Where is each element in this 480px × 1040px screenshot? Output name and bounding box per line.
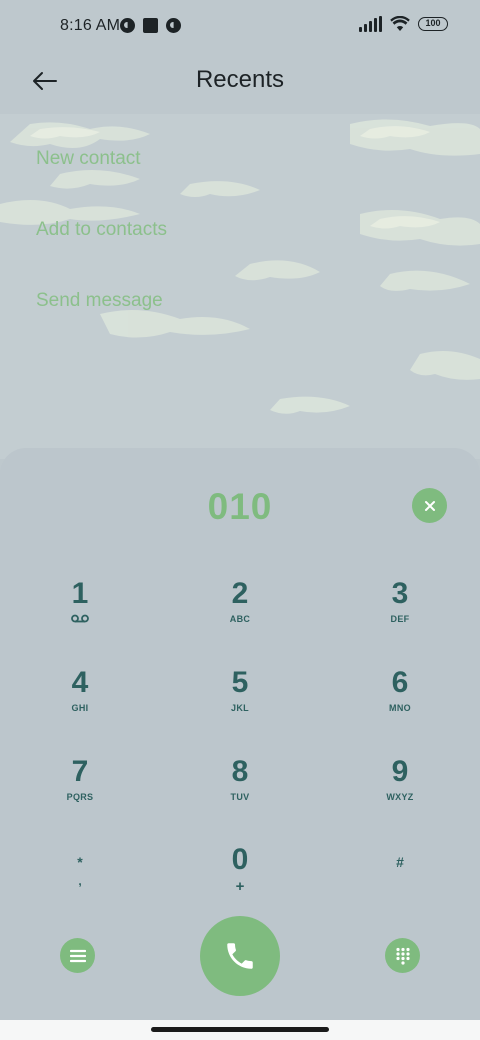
wifi-icon xyxy=(390,16,410,31)
key-letters: WXYZ xyxy=(386,792,414,802)
key-digit: 7 xyxy=(71,755,89,788)
app-notification-icon xyxy=(120,18,135,33)
key-digit: 0 xyxy=(231,843,249,876)
header: Recents xyxy=(0,56,480,114)
square-app-icon xyxy=(143,18,158,33)
key-4[interactable]: 4 GHI xyxy=(25,667,135,737)
key-letters: + xyxy=(235,878,245,895)
key-letters: GHI xyxy=(71,703,89,713)
key-7[interactable]: 7 PQRS xyxy=(25,756,135,826)
status-time: 8:16 AM xyxy=(60,17,121,34)
notification-icons xyxy=(120,18,181,33)
app-notification-icon xyxy=(166,18,181,33)
menu-icon xyxy=(69,949,86,962)
key-letters: , xyxy=(78,874,82,888)
new-contact-link[interactable]: New contact xyxy=(36,148,167,173)
key-digit: 5 xyxy=(231,666,249,699)
page-title: Recents xyxy=(195,66,285,93)
voicemail-icon xyxy=(71,614,89,623)
key-digit: 4 xyxy=(71,666,89,699)
key-8[interactable]: 8 TUV xyxy=(185,756,295,826)
status-bar: 8:16 AM 100 xyxy=(0,0,480,56)
dialer-screen: 8:16 AM 100 Recents New contact Add to c… xyxy=(0,0,480,1040)
send-message-link[interactable]: Send message xyxy=(36,290,167,315)
key-digit: * xyxy=(77,854,83,870)
number-options: New contact Add to contacts Send message xyxy=(36,148,167,361)
battery-icon: 100 xyxy=(418,17,448,31)
add-to-contacts-link[interactable]: Add to contacts xyxy=(36,219,167,244)
cellular-signal-icon xyxy=(359,16,382,32)
key-9[interactable]: 9 WXYZ xyxy=(345,756,455,826)
key-letters: JKL xyxy=(231,703,249,713)
key-digit: 3 xyxy=(391,577,409,610)
key-star[interactable]: * , xyxy=(25,850,135,920)
keypad-toggle-button[interactable] xyxy=(385,938,420,973)
key-5[interactable]: 5 JKL xyxy=(185,667,295,737)
key-letters: ABC xyxy=(229,614,251,624)
key-digit: 9 xyxy=(391,755,409,788)
navigation-bar xyxy=(0,1020,480,1040)
clear-button[interactable] xyxy=(412,488,447,523)
key-digit: 8 xyxy=(231,755,249,788)
dialpad-panel: 010 1 2 ABC 3 DEF 4 GHI 5 JKL 6 MNO 7 PQ… xyxy=(0,448,480,1020)
key-letters: MNO xyxy=(389,703,411,713)
key-letters: PQRS xyxy=(66,792,94,802)
dialed-number: 010 xyxy=(207,486,273,527)
key-digit: 1 xyxy=(71,577,89,610)
close-icon xyxy=(424,500,435,511)
system-icons: 100 xyxy=(359,16,448,32)
key-digit: 2 xyxy=(231,577,249,610)
key-letters: DEF xyxy=(390,614,410,624)
key-6[interactable]: 6 MNO xyxy=(345,667,455,737)
key-hash[interactable]: # xyxy=(345,850,455,920)
dialpad-icon xyxy=(395,947,410,965)
key-1[interactable]: 1 xyxy=(25,578,135,648)
key-digit: 6 xyxy=(391,666,409,699)
dialpad-actions xyxy=(0,914,480,996)
key-2[interactable]: 2 ABC xyxy=(185,578,295,648)
key-letters: TUV xyxy=(230,792,250,802)
key-0[interactable]: 0 + xyxy=(185,844,295,914)
key-3[interactable]: 3 DEF xyxy=(345,578,455,648)
call-button[interactable] xyxy=(200,916,280,996)
menu-button[interactable] xyxy=(60,938,95,973)
home-indicator[interactable] xyxy=(151,1027,329,1032)
phone-icon xyxy=(227,943,253,969)
key-digit: # xyxy=(396,854,404,870)
